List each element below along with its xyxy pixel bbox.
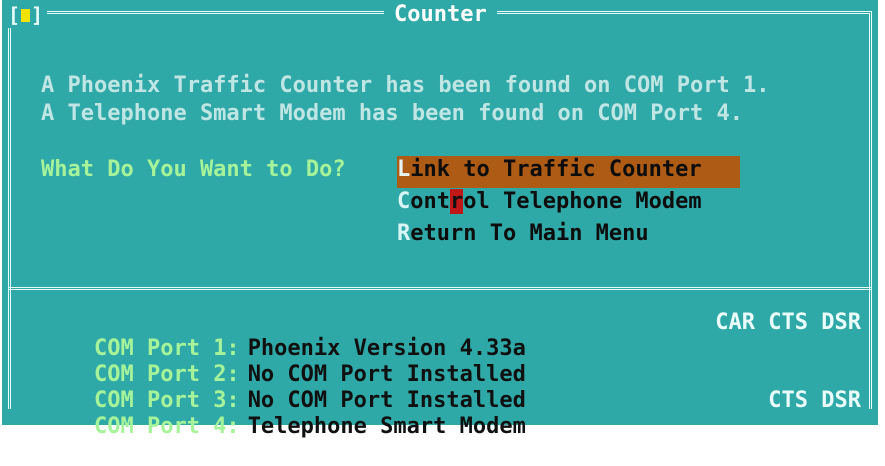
com-port-row: COM Port 2: No COM Port Installed	[41, 336, 861, 387]
com-port-row: COM Port 3: No COM Port Installed	[41, 362, 861, 413]
detect-message-2: A Telephone Smart Modem has been found o…	[41, 101, 743, 126]
panel-divider	[8, 287, 872, 290]
com-port-row: COM Port 1: Phoenix Version 4.33a CAR CTS …	[41, 310, 861, 361]
com-port-label: COM Port 4:	[93, 414, 240, 439]
com-port-status: Telephone Smart Modem	[247, 414, 526, 439]
menu-item-label: eturn To Main Menu	[410, 221, 649, 246]
menu-item-link-traffic-counter[interactable]: Link to Traffic Counter	[397, 156, 740, 188]
title-bar-left: []	[8, 2, 48, 28]
close-icon[interactable]	[21, 8, 31, 22]
com-port-row: COM Port 4: Telephone Smart Modem CTS DSR	[41, 388, 861, 439]
dos-screen: [] Counter A Phoenix Traffic Counter has…	[0, 0, 885, 439]
action-menu: Link to Traffic Counter Control Telephon…	[397, 156, 740, 252]
com-port-signals: CAR CTS DSR	[715, 310, 861, 335]
detect-message-1: A Phoenix Traffic Counter has been found…	[41, 73, 770, 98]
menu-hotkey: R	[397, 221, 411, 246]
menu-item-return-main-menu[interactable]: Return To Main Menu	[397, 220, 740, 252]
menu-item-label-part: ont	[410, 189, 450, 214]
menu-hotkey: C	[397, 189, 411, 214]
menu-hotkey: L	[397, 157, 411, 182]
close-box-button[interactable]: []	[8, 3, 43, 27]
window-title: Counter	[384, 2, 497, 28]
com-port-signals: CTS DSR	[768, 388, 861, 413]
text-cursor: r	[450, 189, 464, 214]
menu-item-label: ink to Traffic Counter	[410, 157, 702, 182]
menu-item-control-telephone-modem[interactable]: Control Telephone Modem	[397, 188, 740, 220]
action-prompt: What Do You Want to Do?	[41, 157, 346, 182]
menu-item-label-part: ol Telephone Modem	[463, 189, 702, 214]
